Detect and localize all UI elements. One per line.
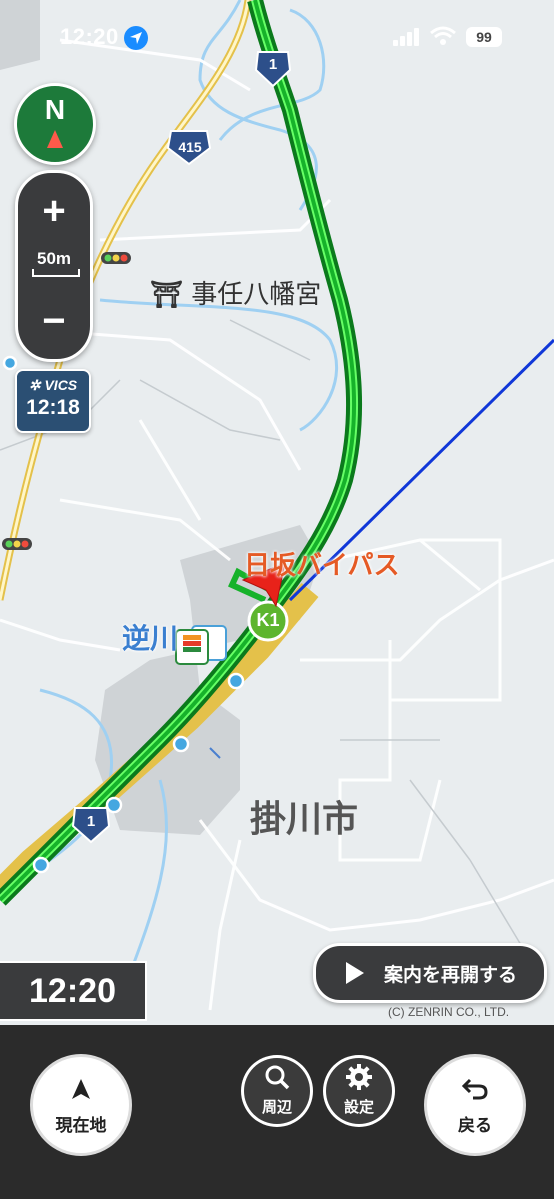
navigation-arrow-icon bbox=[72, 1079, 90, 1099]
gear-icon bbox=[346, 1064, 372, 1090]
compass-north-label: N bbox=[44, 94, 66, 125]
torii-icon: ⛩ bbox=[150, 280, 184, 310]
resume-guidance-button[interactable]: 案内を再開する bbox=[313, 943, 547, 1003]
back-button[interactable]: 戻る bbox=[427, 1057, 523, 1153]
current-clock: 12:20 bbox=[0, 961, 147, 1021]
route-1-label-bottom: 1 bbox=[86, 813, 96, 830]
nearby-label: 周辺 bbox=[261, 1098, 292, 1116]
copyright: (C) ZENRIN CO., LTD. bbox=[388, 1005, 510, 1019]
play-icon bbox=[346, 962, 364, 984]
route-415-label: 415 bbox=[178, 139, 202, 155]
zoom-control: + 50m − bbox=[15, 170, 93, 362]
compass-button[interactable]: N bbox=[14, 83, 96, 165]
interchange-label: K1 bbox=[256, 610, 280, 630]
seven-eleven-icon[interactable] bbox=[176, 626, 228, 666]
settings-label: 設定 bbox=[343, 1098, 374, 1116]
route-1-label-top: 1 bbox=[268, 56, 278, 73]
current-location-button[interactable]: 現在地 bbox=[33, 1057, 129, 1153]
bypass-label: 日坂バイパス bbox=[244, 551, 400, 581]
shrine-name: 事任八幡宮 bbox=[191, 280, 322, 310]
search-icon bbox=[265, 1065, 290, 1090]
vics-icon: ✲ bbox=[28, 377, 45, 393]
bottom-toolbar: 現在地 周辺 設定 戻る bbox=[0, 1025, 554, 1199]
resume-guidance-label: 案内を再開する bbox=[384, 964, 518, 986]
cellular-signal-icon bbox=[393, 28, 419, 46]
wifi-icon bbox=[430, 26, 456, 45]
vics-text: VICS bbox=[44, 377, 78, 393]
undo-arrow-icon bbox=[461, 1078, 488, 1100]
zoom-in-button[interactable]: + bbox=[18, 183, 90, 239]
status-time: 12:20 bbox=[60, 24, 119, 49]
city-label: 掛川市 bbox=[250, 799, 359, 840]
status-bar: 12:20 99 bbox=[0, 22, 554, 56]
vics-time: 12:18 bbox=[26, 396, 80, 419]
shrine-label[interactable]: ⛩ 事任八幡宮 bbox=[150, 274, 321, 311]
north-arrow-icon bbox=[47, 130, 63, 148]
battery-indicator: 99 bbox=[466, 27, 502, 47]
location-arrow-icon bbox=[124, 26, 148, 50]
settings-button[interactable]: 設定 bbox=[326, 1058, 392, 1124]
current-location-label: 現在地 bbox=[55, 1116, 107, 1136]
sakagawa-label: 逆川 bbox=[122, 622, 179, 655]
back-label: 戻る bbox=[458, 1116, 492, 1136]
scale-bar bbox=[32, 269, 80, 277]
scale-label: 50m bbox=[36, 249, 72, 268]
vics-label: ✲ VICS bbox=[17, 377, 89, 394]
zoom-out-button[interactable]: − bbox=[18, 293, 90, 349]
vics-button[interactable]: ✲ VICS 12:18 bbox=[15, 369, 91, 433]
nearby-button[interactable]: 周辺 bbox=[244, 1058, 310, 1124]
